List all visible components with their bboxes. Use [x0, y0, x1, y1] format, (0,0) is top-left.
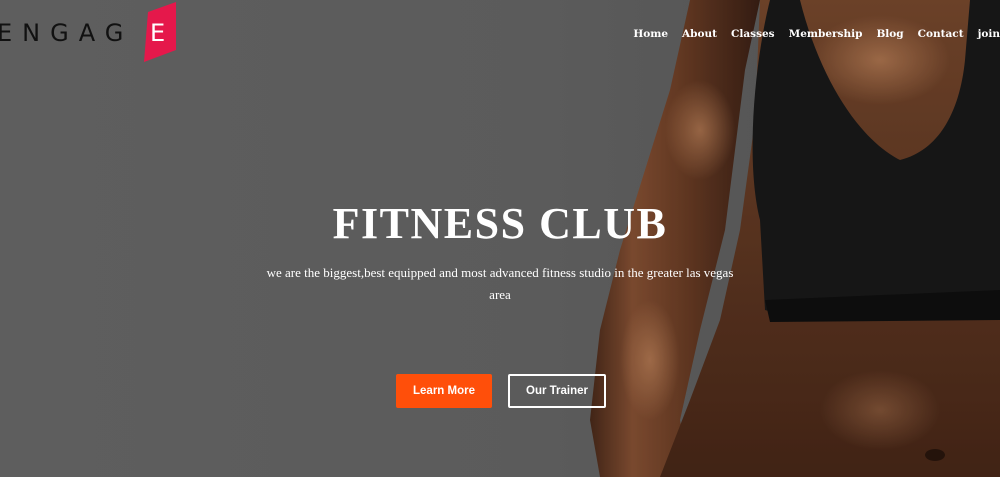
- nav-item-join[interactable]: join: [978, 28, 1000, 40]
- learn-more-button[interactable]: Learn More: [396, 374, 492, 408]
- nav-item-blog[interactable]: Blog: [876, 28, 903, 40]
- nav-item-membership[interactable]: Membership: [789, 28, 863, 40]
- nav-item-about[interactable]: About: [682, 28, 717, 40]
- brand-logo[interactable]: ENGAG E: [0, 0, 190, 66]
- hero-title: FITNESS CLUB: [332, 199, 668, 248]
- main-navigation: Home About Classes Membership Blog Conta…: [633, 28, 1000, 40]
- nav-item-contact[interactable]: Contact: [918, 28, 964, 40]
- logo-accent-letter: E: [150, 19, 166, 47]
- nav-item-classes[interactable]: Classes: [731, 28, 775, 40]
- nav-item-home[interactable]: Home: [633, 28, 668, 40]
- hero-description: we are the biggest,best equipped and mos…: [266, 265, 734, 302]
- logo-wordmark: ENGAG: [0, 19, 134, 47]
- our-trainer-button[interactable]: Our Trainer: [508, 374, 606, 408]
- hero-section: ENGAG E Home About Classes Membership Bl…: [0, 0, 1000, 477]
